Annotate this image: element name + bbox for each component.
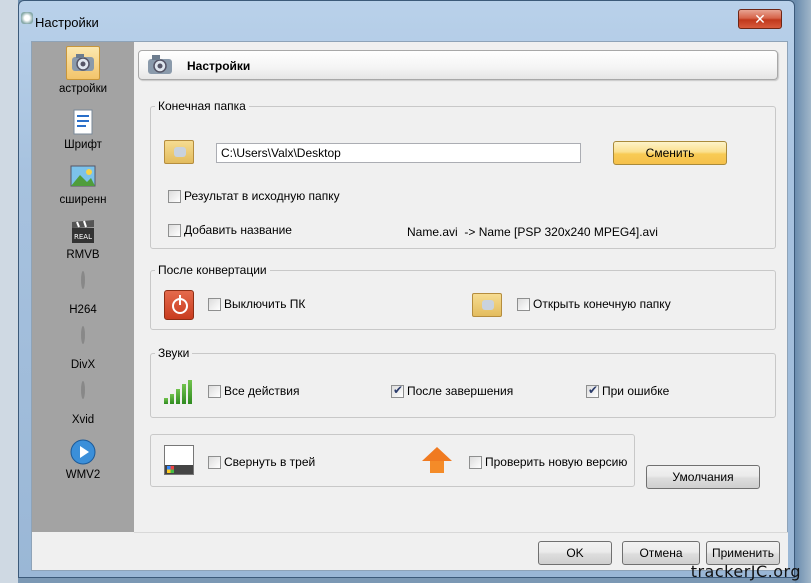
settings-camera-icon — [66, 46, 100, 80]
checkbox-label: Выключить ПК — [224, 297, 306, 311]
after-conversion-group: После конвертации Выключить ПК Открыть к… — [150, 263, 776, 330]
checkbox-box[interactable] — [208, 297, 221, 311]
minimize-tray-checkbox[interactable]: Свернуть в трей — [208, 455, 315, 469]
sidebar-item-label: астройки — [58, 83, 108, 95]
image-landscape-icon — [69, 163, 97, 191]
checkbox-box[interactable] — [469, 455, 482, 469]
ok-button[interactable]: OK — [538, 541, 612, 565]
result-to-source-checkbox[interactable]: Результат в исходную папку — [168, 189, 340, 203]
checkbox-box[interactable] — [208, 384, 221, 398]
sidebar-item-label: RMVB — [66, 249, 100, 261]
checkbox-box[interactable] — [168, 189, 181, 203]
sidebar-item-font[interactable]: Шрифт — [32, 108, 134, 160]
window-title: Настройки — [35, 15, 99, 30]
check-update-checkbox[interactable]: Проверить новую версию — [469, 455, 627, 469]
checkbox-box[interactable] — [517, 297, 530, 311]
page-header: Настройки — [138, 50, 778, 80]
film-reel-icon — [69, 381, 97, 411]
watermark-text: trackerJC.org — [690, 562, 801, 581]
sidebar-item-label: WMV2 — [65, 469, 101, 481]
sidebar-item-advanced[interactable]: сширенн — [32, 163, 134, 215]
close-button[interactable]: ✕ — [738, 9, 782, 29]
misc-group: Свернуть в трей Проверить новую версию — [150, 434, 635, 487]
sidebar-item-label: сширенн — [59, 194, 107, 206]
checkbox-label: При ошибке — [602, 384, 670, 398]
group-title: После конвертации — [158, 263, 267, 277]
settings-camera-icon — [145, 53, 175, 77]
background-window-strip-left — [0, 0, 18, 583]
checkbox-box[interactable] — [208, 455, 221, 469]
volume-bars-icon — [164, 380, 194, 404]
sidebar-item-xvid[interactable]: Xvid — [32, 381, 134, 435]
close-icon: ✕ — [754, 11, 766, 27]
sidebar-item-label: H264 — [69, 304, 97, 316]
checkbox-label: Результат в исходную папку — [184, 189, 340, 203]
windows-media-icon — [69, 438, 97, 466]
page-title: Настройки — [187, 59, 251, 73]
film-reel-icon — [69, 271, 97, 301]
checkbox-label: Свернуть в трей — [224, 455, 316, 469]
title-bar[interactable]: Настройки ✕ — [19, 1, 794, 35]
group-title: Конечная папка — [158, 99, 246, 113]
svg-text:REAL: REAL — [74, 233, 92, 241]
defaults-button[interactable]: Умолчания — [646, 465, 760, 489]
checkbox-label: Все действия — [224, 384, 300, 398]
sidebar-item-label: Шрифт — [64, 139, 102, 151]
sidebar-item-wmv2[interactable]: WMV2 — [32, 438, 134, 490]
change-folder-button[interactable]: Сменить — [613, 141, 727, 165]
checkbox-box[interactable] — [586, 383, 599, 398]
checkbox-label: После завершения — [407, 384, 514, 398]
real-media-clapper-icon: REAL — [69, 218, 97, 246]
sidebar-item-label: Xvid — [71, 414, 95, 426]
font-document-icon — [69, 108, 97, 136]
group-title: Звуки — [158, 346, 190, 360]
add-name-checkbox[interactable]: Добавить название — [168, 223, 292, 237]
shutdown-checkbox[interactable]: Выключить ПК — [208, 297, 305, 311]
name-example-text: Name.avi -> Name [PSP 320x240 MPEG4].avi — [407, 225, 658, 239]
checkbox-box[interactable] — [391, 383, 404, 398]
checkbox-box[interactable] — [168, 223, 181, 237]
client-area: астройки Шрифт сширенн REAL RMVB H264 Di… — [31, 41, 788, 571]
checkbox-label: Проверить новую версию — [485, 455, 628, 469]
folder-icon — [164, 140, 194, 164]
all-actions-checkbox[interactable]: Все действия — [208, 384, 299, 398]
background-window-strip-right — [795, 0, 811, 583]
output-folder-group: Конечная папка C:\Users\Valx\Desktop Сме… — [150, 99, 776, 249]
tray-window-icon — [164, 445, 194, 475]
on-error-checkbox[interactable]: При ошибке — [586, 383, 670, 398]
sidebar-item-settings[interactable]: астройки — [32, 46, 134, 98]
app-icon — [21, 12, 33, 24]
sidebar-item-divx[interactable]: DivX — [32, 326, 134, 380]
sounds-group: Звуки Все действия После завершения При … — [150, 346, 776, 418]
checkbox-label: Открыть конечную папку — [533, 297, 671, 311]
film-reel-icon — [69, 326, 97, 356]
open-folder-checkbox[interactable]: Открыть конечную папку — [517, 297, 671, 311]
checkbox-label: Добавить название — [184, 223, 292, 237]
power-icon — [164, 290, 194, 320]
sidebar-item-rmvb[interactable]: REAL RMVB — [32, 218, 134, 270]
output-path-field[interactable]: C:\Users\Valx\Desktop — [216, 143, 581, 163]
folder-icon — [472, 293, 502, 317]
sidebar-item-label: DivX — [70, 359, 96, 371]
sidebar: астройки Шрифт сширенн REAL RMVB H264 Di… — [32, 42, 134, 532]
after-finish-checkbox[interactable]: После завершения — [391, 383, 514, 398]
sidebar-item-h264[interactable]: H264 — [32, 271, 134, 325]
cancel-button[interactable]: Отмена — [622, 541, 700, 565]
settings-window: Настройки ✕ астройки Шрифт сширенн REAL … — [18, 0, 795, 578]
